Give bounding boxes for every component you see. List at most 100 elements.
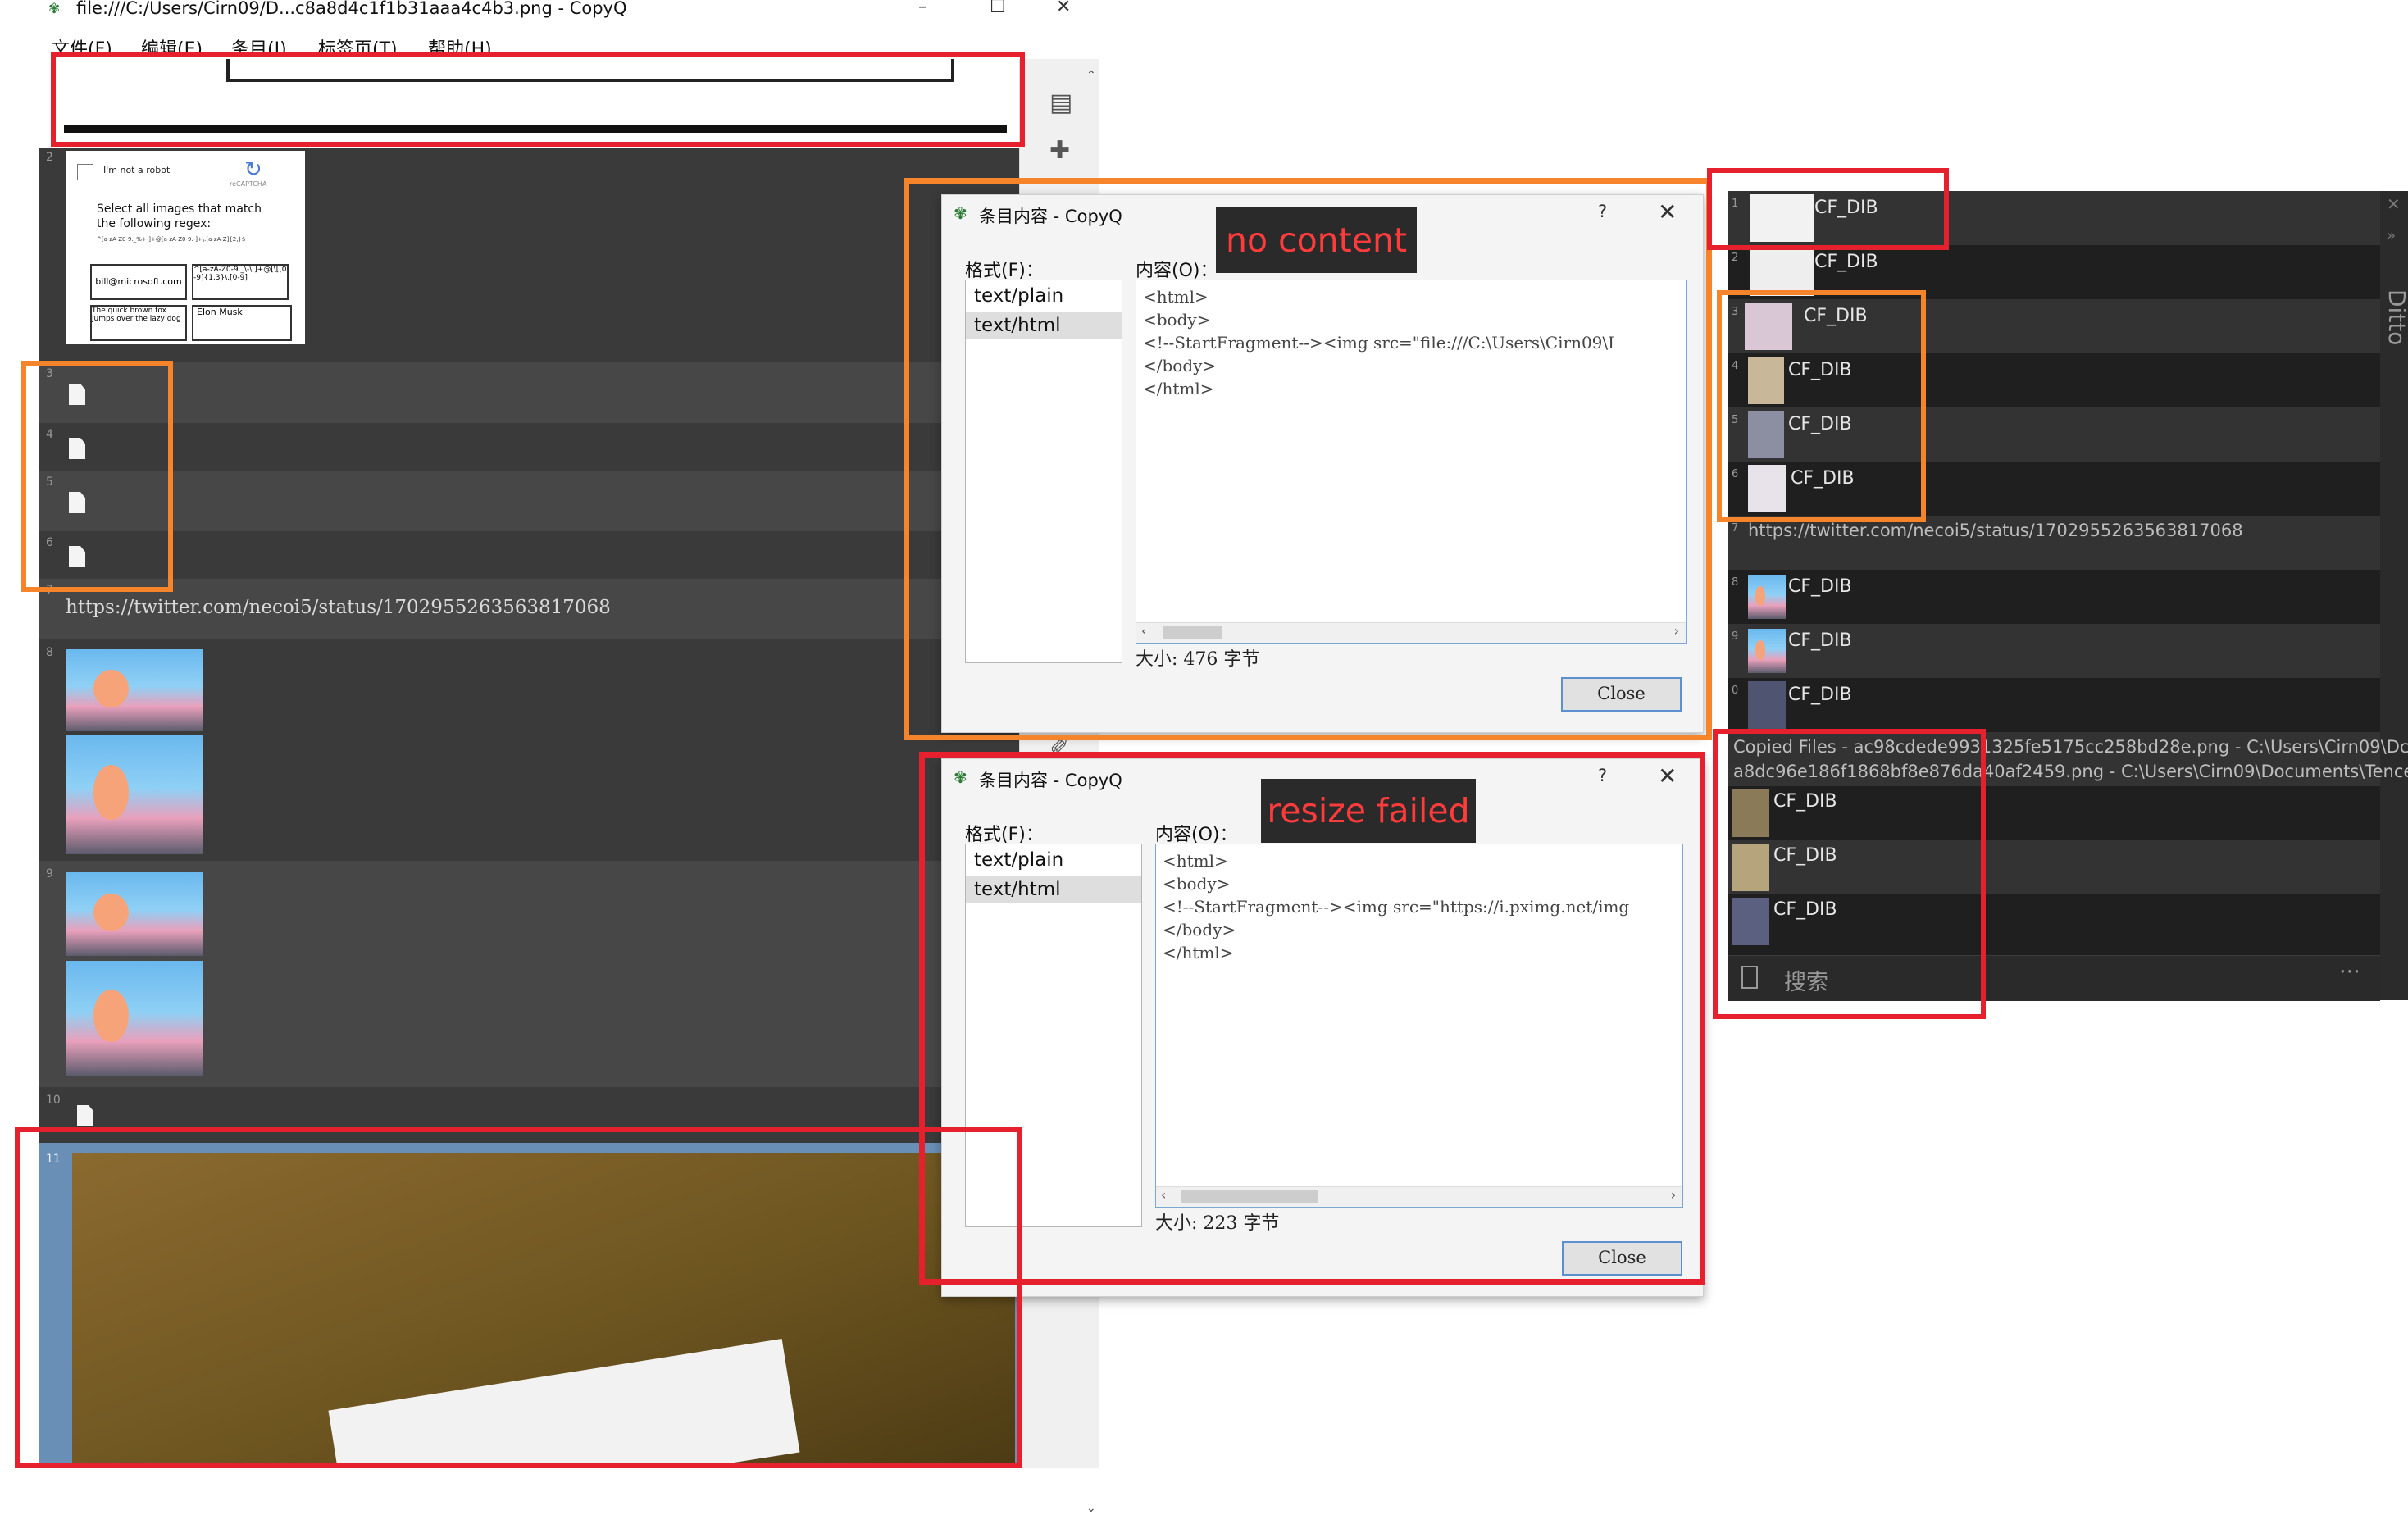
menu-item[interactable]: 条目(I) — [231, 34, 287, 61]
list-item-10[interactable]: 10 — [39, 1087, 1019, 1143]
ditto-item[interactable]: 6 CF_DIB — [1728, 462, 2380, 516]
note-icon[interactable] — [1741, 966, 1758, 989]
scroll-left-icon[interactable]: ‹ — [1141, 623, 1146, 639]
more-options-icon[interactable]: ··· — [2339, 959, 2360, 985]
close-window-button[interactable]: ✕ — [1056, 0, 1071, 17]
ditto-item[interactable]: 7 https://twitter.com/necoi5/status/1702… — [1728, 516, 2380, 570]
list-item-9[interactable]: 9 — [39, 861, 1019, 1087]
item-thumbnail — [1748, 411, 1784, 458]
ditto-item[interactable]: 8 CF_DIB — [1728, 570, 2380, 624]
list-item-3[interactable]: 3 — [39, 362, 1019, 423]
format-item-selected[interactable]: text/html — [966, 876, 1141, 903]
list-item-6[interactable]: 6 — [39, 531, 1019, 579]
item-label: CF_DIB — [1791, 468, 1855, 489]
captcha-cell: ^[a-zA-Z0-9._\-\.]+@[\[[0-9]{1,3}\.[0-9] — [192, 264, 289, 300]
menu-help[interactable]: 帮助(H) — [428, 34, 492, 61]
item-label: CF_DIB — [1773, 845, 1837, 866]
item-thumbnail — [66, 735, 203, 854]
help-button[interactable]: ? — [1598, 202, 1607, 221]
window-title: file:///C:/Users/Cirn09/D...c8a8d4c1f1b3… — [76, 0, 627, 18]
ditto-item[interactable]: 0 CF_DIB — [1728, 678, 2380, 732]
ditto-item[interactable]: CF_DIB — [1728, 894, 2380, 949]
close-dialog-button[interactable]: ✕ — [1658, 762, 1677, 789]
size-label: 大小: 223 字节 — [1155, 1213, 1280, 1234]
item-url-text: https://twitter.com/necoi5/status/170295… — [1748, 521, 2243, 540]
scroll-right-icon[interactable]: › — [1671, 1187, 1676, 1203]
list-item-4[interactable]: 4 — [39, 423, 1019, 471]
list-item-7[interactable]: 7 https://twitter.com/necoi5/status/1702… — [39, 579, 1019, 639]
captcha-instruction: Select all images that match the followi… — [97, 202, 262, 230]
close-dialog-button[interactable]: ✕ — [1658, 198, 1677, 225]
file-icon — [69, 438, 85, 459]
horizontal-scrollbar[interactable]: ‹ › — [1136, 622, 1686, 643]
content-label: 内容(O)： — [1136, 261, 1218, 281]
list-item-1[interactable] — [39, 59, 1019, 148]
item-label: CF_DIB — [1804, 306, 1868, 326]
format-label: 格式(F)： — [965, 825, 1044, 845]
scroll-up-icon[interactable]: ⌃ — [1086, 69, 1096, 82]
scroll-down-icon[interactable]: ⌄ — [1086, 1502, 1096, 1515]
ditto-item[interactable]: 3 CF_DIB — [1728, 299, 2380, 353]
captcha-label: I'm not a robot — [103, 165, 171, 175]
captcha-cell: Elon Musk — [192, 305, 292, 341]
menu-file[interactable]: 文件(F) — [52, 34, 112, 61]
minimize-button[interactable]: – — [918, 0, 927, 17]
content-line: </html> — [1143, 379, 1214, 398]
ditto-item[interactable]: 1 CF_DIB — [1728, 191, 2380, 245]
item-number: 6 — [1732, 468, 1739, 480]
document-icon[interactable]: ▤ — [1049, 89, 1072, 117]
format-list[interactable]: text/plain text/html — [965, 280, 1122, 663]
ditto-item[interactable]: Copied Files - ac98cdede9931325fe5175cc2… — [1728, 732, 2408, 786]
ditto-panel: ✕ » Ditto 1 CF_DIB 2 CF_DIB 3 CF_DIB 4 C… — [1728, 191, 2408, 1001]
scroll-right-icon[interactable]: › — [1674, 623, 1679, 639]
pin-icon[interactable]: ✚ — [1049, 136, 1070, 165]
copyq-title-bar: ✾ file:///C:/Users/Cirn09/D...c8a8d4c1f1… — [37, 0, 1099, 18]
scroll-left-icon[interactable]: ‹ — [1161, 1187, 1166, 1203]
copyq-logo-icon: ✾ — [48, 1, 61, 17]
item-thumbnail — [1732, 844, 1769, 891]
item-label: CF_DIB — [1773, 899, 1837, 920]
ditto-item[interactable]: 9 CF_DIB — [1728, 624, 2380, 678]
close-button[interactable]: Close — [1561, 677, 1682, 712]
list-item-11[interactable]: 11 — [39, 1143, 1019, 1468]
content-line: </html> — [1163, 943, 1234, 962]
search-input[interactable]: 搜索 — [1784, 964, 1828, 996]
file-icon — [77, 1105, 93, 1126]
ditto-item[interactable]: CF_DIB — [1728, 786, 2380, 840]
horizontal-scrollbar[interactable]: ‹ › — [1156, 1186, 1682, 1207]
item-label: CF_DIB — [1773, 791, 1837, 812]
content-label: 内容(O)： — [1155, 825, 1238, 845]
menu-tabs[interactable]: 标签页(T) — [318, 34, 398, 61]
format-item-selected[interactable]: text/html — [966, 312, 1122, 339]
copied-files-text: a8dc96e186f1868bf8e876da40af2459.png - C… — [1733, 762, 2408, 781]
list-item-5[interactable]: 5 — [39, 471, 1019, 531]
item-thumbnail — [1748, 575, 1786, 619]
edit-notes-icon[interactable]: ✐ — [1049, 733, 1070, 762]
close-button[interactable]: Close — [1562, 1241, 1682, 1276]
item-thumbnail — [1745, 303, 1792, 350]
double-chevron-icon[interactable]: » — [2387, 227, 2396, 244]
item-number: 9 — [46, 867, 53, 880]
maximize-button[interactable]: ☐ — [990, 0, 1006, 17]
ditto-item[interactable]: 5 CF_DIB — [1728, 407, 2380, 462]
clipboard-item-list[interactable]: 2 I'm not a robot ↻ reCAPTCHA Select all… — [39, 59, 1019, 1468]
list-item-2[interactable]: 2 I'm not a robot ↻ reCAPTCHA Select all… — [39, 148, 1019, 362]
format-item[interactable]: text/plain — [966, 846, 1141, 874]
ditto-item[interactable]: CF_DIB — [1728, 840, 2380, 894]
item-label: CF_DIB — [1788, 414, 1852, 434]
menu-edit[interactable]: 编辑(E) — [141, 34, 203, 61]
close-icon[interactable]: ✕ — [2387, 194, 2401, 214]
format-list[interactable]: text/plain text/html — [965, 844, 1142, 1227]
content-text-area[interactable]: <html> <body> <!--StartFragment--><img s… — [1136, 280, 1687, 644]
file-icon — [69, 546, 85, 567]
help-button[interactable]: ? — [1598, 766, 1607, 785]
ditto-item[interactable]: 2 CF_DIB — [1728, 245, 2380, 299]
item-number: 7 — [46, 584, 53, 597]
format-item[interactable]: text/plain — [966, 282, 1122, 310]
ditto-search-bar[interactable]: 搜索 ··· — [1728, 955, 2380, 1001]
ditto-item[interactable]: 4 CF_DIB — [1728, 353, 2380, 407]
list-item-8[interactable]: 8 — [39, 639, 1019, 861]
scrollbar-thumb[interactable] — [1163, 626, 1222, 639]
content-text-area[interactable]: <html> <body> <!--StartFragment--><img s… — [1155, 844, 1683, 1208]
scrollbar-thumb[interactable] — [1181, 1190, 1318, 1203]
